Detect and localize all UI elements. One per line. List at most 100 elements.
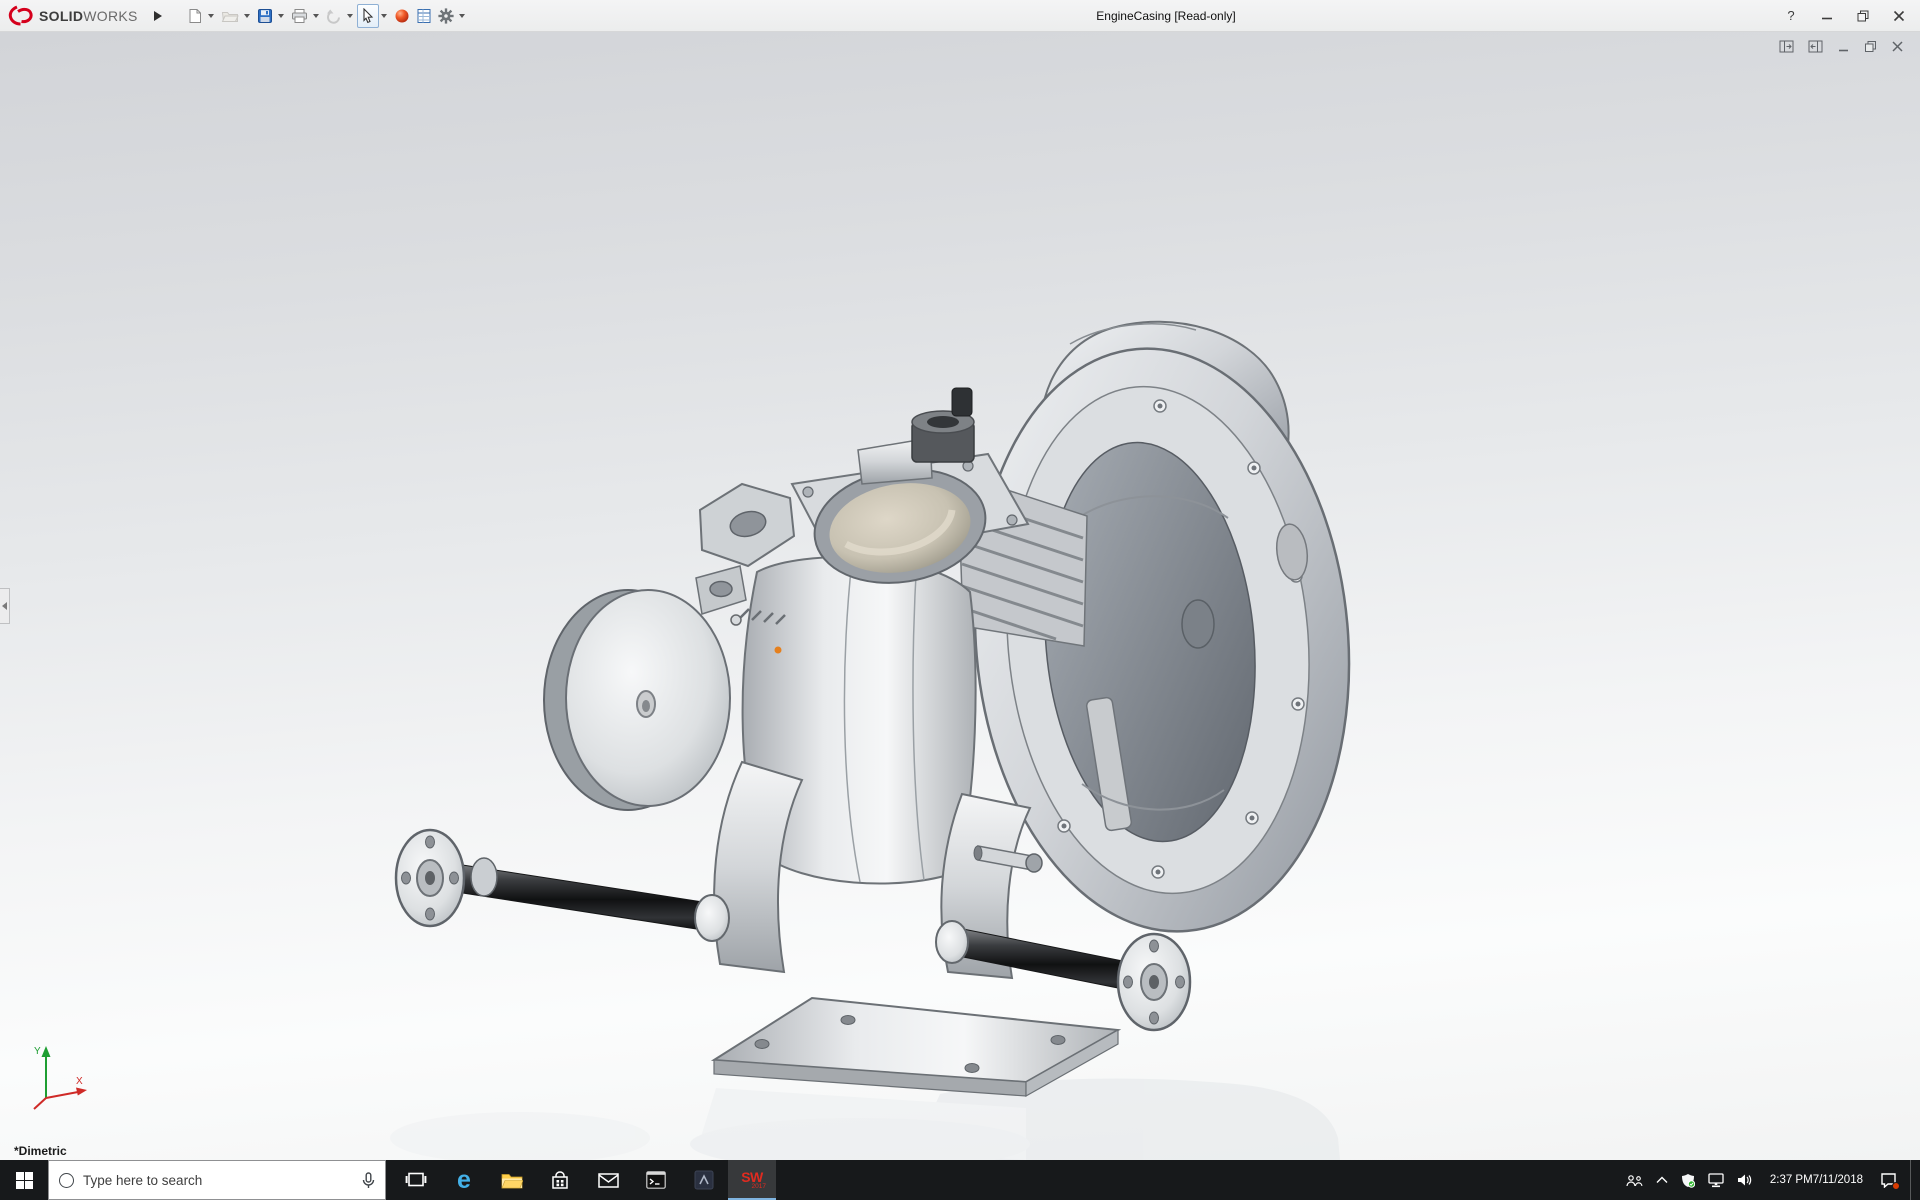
minimize-document-button[interactable] bbox=[1837, 40, 1850, 53]
taskbar-search[interactable] bbox=[48, 1160, 386, 1200]
options-gear-icon bbox=[438, 8, 454, 24]
start-button[interactable] bbox=[0, 1160, 48, 1200]
menu-flyout-arrow-icon[interactable] bbox=[154, 11, 162, 21]
select-tool-button[interactable] bbox=[357, 4, 379, 28]
open-folder-icon bbox=[221, 8, 239, 24]
brand-text: SOLIDWORKS bbox=[39, 8, 138, 24]
cortana-icon bbox=[59, 1173, 74, 1188]
system-tray: 2:37 PM 7/11/2018 bbox=[1622, 1160, 1920, 1200]
solidworks-taskbar-year: 2017 bbox=[752, 1184, 766, 1191]
chevron-up-icon bbox=[1656, 1176, 1668, 1184]
flywheel-disc[interactable] bbox=[544, 590, 730, 810]
close-icon bbox=[1893, 10, 1905, 22]
new-document-icon bbox=[187, 8, 203, 24]
network-tray-button[interactable] bbox=[1708, 1173, 1724, 1188]
minimize-document-icon bbox=[1837, 40, 1850, 53]
save-icon bbox=[257, 8, 273, 24]
store-icon bbox=[551, 1171, 569, 1190]
properties-sheet-button[interactable] bbox=[413, 5, 435, 27]
notification-badge bbox=[1892, 1182, 1900, 1190]
triad-y-label: Y bbox=[34, 1046, 41, 1057]
store-button[interactable] bbox=[536, 1160, 584, 1200]
defender-shield-icon bbox=[1681, 1173, 1695, 1188]
task-view-button[interactable] bbox=[392, 1160, 440, 1200]
edge-icon: e bbox=[457, 1168, 471, 1193]
print-dropdown-caret[interactable] bbox=[313, 14, 319, 18]
mail-icon bbox=[598, 1173, 619, 1188]
appearance-button[interactable] bbox=[391, 5, 413, 27]
task-view-icon bbox=[405, 1171, 427, 1189]
restore-document-icon bbox=[1864, 40, 1877, 53]
edge-button[interactable]: e bbox=[440, 1160, 488, 1200]
close-document-button[interactable] bbox=[1891, 40, 1904, 53]
mail-button[interactable] bbox=[584, 1160, 632, 1200]
dock-pane-right-icon bbox=[1808, 40, 1823, 53]
defender-tray-button[interactable] bbox=[1681, 1173, 1695, 1188]
solidworks-taskbar-icon: SW bbox=[741, 1170, 763, 1184]
taskbar: e bbox=[0, 1160, 1920, 1200]
graphics-viewport[interactable]: Y X *Dimetric bbox=[0, 32, 1920, 1160]
model-reflection bbox=[390, 1079, 1340, 1160]
undo-button[interactable] bbox=[323, 5, 345, 27]
taskbar-clock[interactable]: 2:37 PM 7/11/2018 bbox=[1766, 1173, 1867, 1188]
properties-sheet-icon bbox=[416, 8, 432, 24]
new-document-button[interactable] bbox=[184, 5, 206, 27]
window-title: EngineCasing [Read-only] bbox=[1096, 9, 1235, 23]
save-button[interactable] bbox=[254, 5, 276, 27]
dock-pane-left-button[interactable] bbox=[1779, 40, 1794, 53]
pinned-app-button[interactable] bbox=[680, 1160, 728, 1200]
clock-time: 2:37 PM bbox=[1770, 1173, 1813, 1188]
titlebar: SOLIDWORKS bbox=[0, 0, 1920, 32]
options-button[interactable] bbox=[435, 5, 457, 27]
appearance-sphere-icon bbox=[394, 8, 410, 24]
volume-icon bbox=[1737, 1173, 1753, 1187]
file-explorer-button[interactable] bbox=[488, 1160, 536, 1200]
command-prompt-button[interactable] bbox=[632, 1160, 680, 1200]
tray-expand-button[interactable] bbox=[1656, 1176, 1668, 1184]
volume-tray-button[interactable] bbox=[1737, 1173, 1753, 1187]
open-button[interactable] bbox=[218, 5, 242, 27]
clock-date: 7/11/2018 bbox=[1813, 1173, 1863, 1188]
triad-x-label: X bbox=[76, 1076, 83, 1087]
tray-people-button[interactable] bbox=[1626, 1174, 1643, 1187]
panel-collapse-tab[interactable] bbox=[0, 588, 10, 624]
left-axle[interactable] bbox=[396, 830, 729, 941]
print-button[interactable] bbox=[288, 5, 311, 27]
options-dropdown-caret[interactable] bbox=[459, 14, 465, 18]
help-button[interactable]: ? bbox=[1782, 8, 1800, 23]
select-dropdown-caret[interactable] bbox=[381, 14, 387, 18]
microphone-icon[interactable] bbox=[362, 1172, 375, 1189]
search-input[interactable] bbox=[83, 1173, 353, 1188]
collapse-arrow-icon bbox=[2, 602, 7, 610]
open-dropdown-caret[interactable] bbox=[244, 14, 250, 18]
ds-logo-icon bbox=[8, 5, 34, 27]
new-dropdown-caret[interactable] bbox=[208, 14, 214, 18]
undo-dropdown-caret[interactable] bbox=[347, 14, 353, 18]
restore-document-button[interactable] bbox=[1864, 40, 1877, 53]
dock-pane-right-button[interactable] bbox=[1808, 40, 1823, 53]
dock-pane-left-icon bbox=[1779, 40, 1794, 53]
command-prompt-icon bbox=[646, 1171, 666, 1189]
undo-icon bbox=[326, 8, 342, 24]
minimize-button[interactable] bbox=[1818, 10, 1836, 22]
view-orientation-label: *Dimetric bbox=[14, 1144, 67, 1158]
quick-access-toolbar bbox=[184, 4, 469, 28]
file-explorer-icon bbox=[501, 1172, 523, 1189]
restore-icon bbox=[1857, 10, 1869, 22]
right-axle[interactable] bbox=[936, 921, 1190, 1030]
save-dropdown-caret[interactable] bbox=[278, 14, 284, 18]
select-arrow-icon bbox=[361, 8, 375, 24]
solidworks-taskbar-button[interactable]: SW 2017 bbox=[728, 1160, 776, 1200]
people-icon bbox=[1626, 1174, 1643, 1187]
solidworks-logo: SOLIDWORKS bbox=[0, 5, 138, 27]
solidworks-window: SOLIDWORKS bbox=[0, 0, 1920, 1200]
print-icon bbox=[291, 8, 308, 24]
close-button[interactable] bbox=[1890, 10, 1908, 22]
taskbar-pinned-apps: e bbox=[392, 1160, 776, 1200]
maximize-button[interactable] bbox=[1854, 10, 1872, 22]
action-center-button[interactable] bbox=[1880, 1172, 1897, 1188]
show-desktop-button[interactable] bbox=[1910, 1160, 1916, 1200]
window-controls: ? bbox=[1782, 0, 1908, 31]
network-icon bbox=[1708, 1173, 1724, 1188]
engine-casing-model[interactable] bbox=[0, 32, 1920, 1160]
